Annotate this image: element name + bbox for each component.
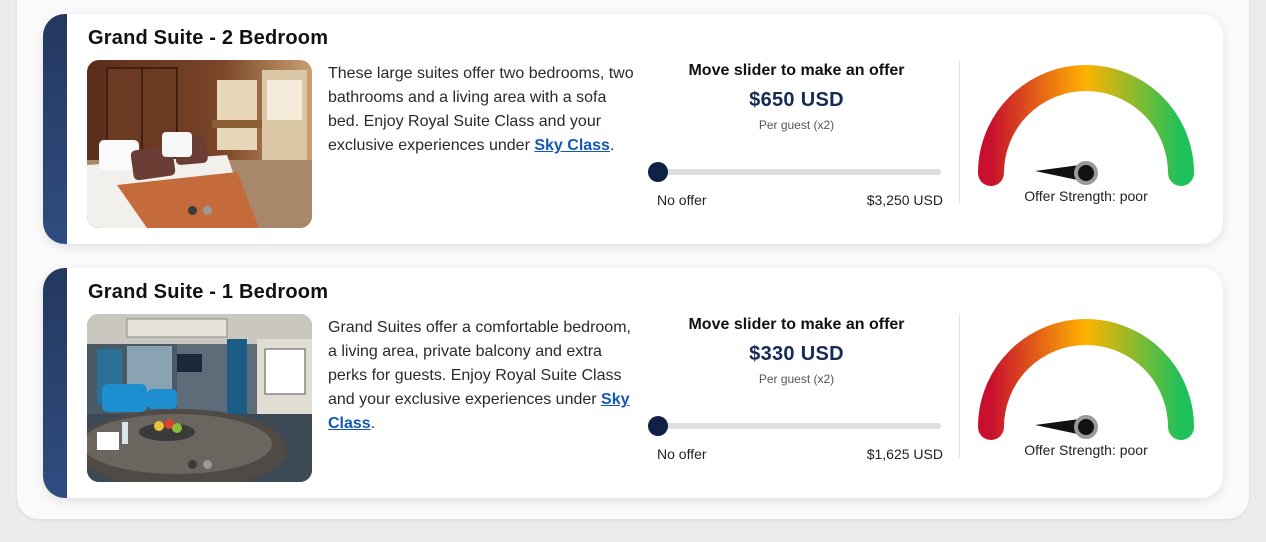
suite-photo-carousel[interactable] bbox=[87, 60, 312, 228]
slider-min-label: No offer bbox=[657, 192, 707, 208]
offer-strength-gauge bbox=[978, 65, 1194, 186]
suite-photo-carousel[interactable] bbox=[87, 314, 312, 482]
suite-title: Grand Suite - 1 Bedroom bbox=[88, 281, 329, 303]
offer-price: $330 USD bbox=[749, 343, 844, 365]
gauge-arc bbox=[978, 65, 1194, 186]
offer-strength-label: Offer Strength: poor bbox=[1024, 188, 1148, 204]
slider-handle[interactable] bbox=[648, 162, 668, 182]
card-accent-bar bbox=[43, 14, 67, 244]
carousel-dot-1[interactable] bbox=[187, 206, 197, 215]
card-accent-bar bbox=[43, 268, 67, 498]
per-guest-note: Per guest (x2) bbox=[758, 118, 835, 132]
bedroom-photo bbox=[87, 60, 312, 228]
slider-handle[interactable] bbox=[648, 416, 668, 436]
slider-track[interactable] bbox=[656, 423, 941, 429]
suite-card: Grand Suite - 2 Bedroom These large suit… bbox=[43, 14, 1223, 244]
suite-title: Grand Suite - 2 Bedroom bbox=[88, 27, 329, 49]
living-room-photo bbox=[87, 314, 312, 482]
slider-max-label: $3,250 USD bbox=[866, 192, 943, 208]
carousel-dot-2[interactable] bbox=[202, 206, 212, 215]
offer-strength-gauge bbox=[978, 319, 1194, 440]
divider bbox=[959, 314, 960, 458]
divider bbox=[959, 60, 960, 204]
offer-section: Move slider to make an offer $330 USD Pe… bbox=[648, 316, 945, 462]
sky-class-link[interactable]: Sky Class bbox=[534, 137, 610, 154]
offer-heading: Move slider to make an offer bbox=[688, 62, 905, 79]
description-text: Grand Suites offer a comfortable bedroom… bbox=[328, 319, 631, 408]
offer-slider[interactable] bbox=[648, 413, 945, 439]
description-end: . bbox=[609, 137, 615, 154]
offer-slider[interactable] bbox=[648, 159, 945, 185]
slider-max-label: $1,625 USD bbox=[866, 446, 943, 462]
description-end: . bbox=[370, 415, 376, 432]
suite-card: Grand Suite - 1 Bedroom Grand Suites off… bbox=[43, 268, 1223, 498]
slider-track[interactable] bbox=[656, 169, 941, 175]
slider-min-label: No offer bbox=[657, 446, 707, 462]
carousel-dots bbox=[87, 460, 312, 469]
carousel-dots bbox=[87, 206, 312, 215]
offer-section: Move slider to make an offer $650 USD Pe… bbox=[648, 62, 945, 208]
carousel-dot-1[interactable] bbox=[187, 460, 197, 469]
offer-heading: Move slider to make an offer bbox=[688, 316, 905, 333]
suite-description: Grand Suites offer a comfortable bedroom… bbox=[328, 316, 640, 436]
offer-price: $650 USD bbox=[749, 89, 844, 111]
gauge-arc bbox=[978, 319, 1194, 440]
suite-description: These large suites offer two bedrooms, t… bbox=[328, 62, 640, 158]
per-guest-note: Per guest (x2) bbox=[758, 372, 835, 386]
carousel-dot-2[interactable] bbox=[202, 460, 212, 469]
offer-strength-label: Offer Strength: poor bbox=[1024, 442, 1148, 458]
